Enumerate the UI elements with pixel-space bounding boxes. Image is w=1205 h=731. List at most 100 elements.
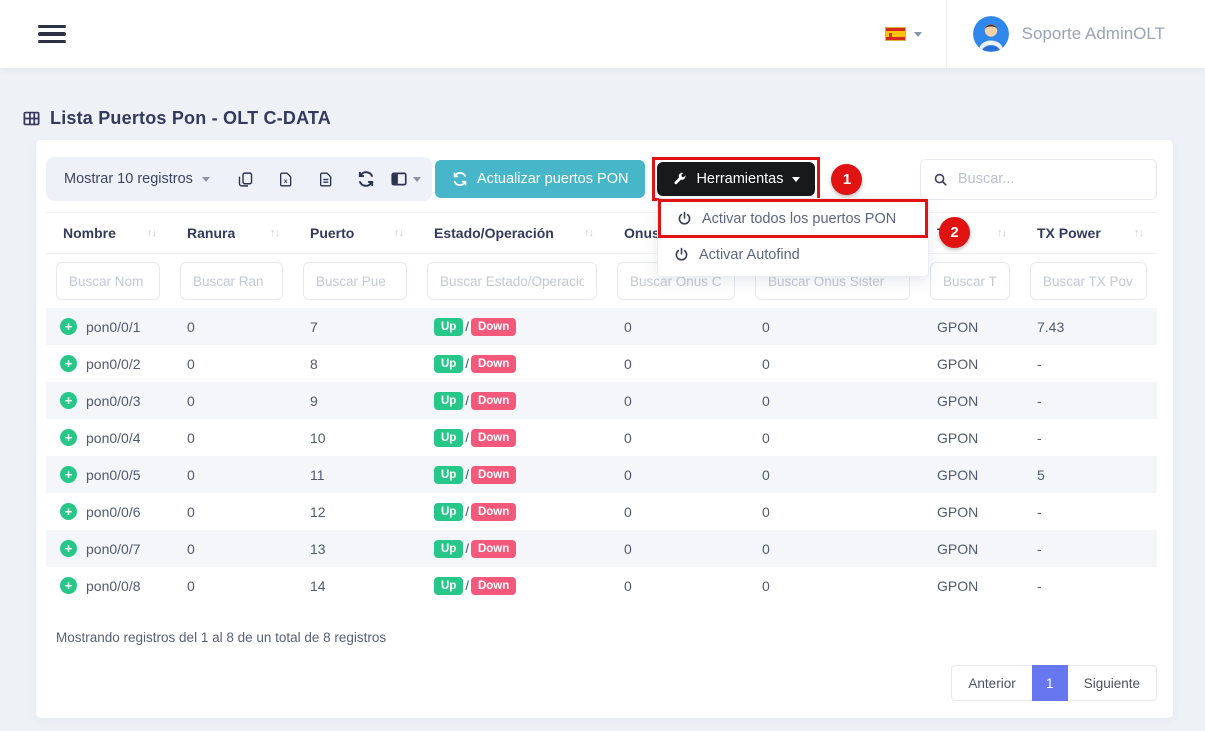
column-filter-input[interactable] xyxy=(303,262,407,300)
column-header[interactable]: Nombre ↑↓ xyxy=(46,213,170,253)
sort-icon[interactable]: ↑↓ xyxy=(1134,227,1143,239)
power-icon xyxy=(674,247,689,262)
column-filter-input[interactable] xyxy=(930,262,1010,300)
status-down-badge: Down xyxy=(471,355,516,373)
status-separator: / xyxy=(465,356,469,371)
expand-row-icon[interactable]: + xyxy=(60,429,77,446)
table-filter-row xyxy=(46,254,1157,308)
status-down-badge: Down xyxy=(471,429,516,447)
cell-tipo: GPON xyxy=(920,541,1020,557)
table-body: + pon0/0/1 0 7 Up / Down 0 0 GPON 7.43 +… xyxy=(46,308,1157,604)
cell-onus: 0 xyxy=(607,504,745,520)
column-header[interactable]: Estado/Operación ↑↓ xyxy=(417,213,607,253)
column-header-label: Estado/Operación xyxy=(434,225,554,241)
table-info-text: Mostrando registros del 1 al 8 de un tot… xyxy=(56,630,1157,645)
search-input[interactable] xyxy=(958,171,1144,187)
status-separator: / xyxy=(465,467,469,482)
table-row: + pon0/0/5 0 11 Up / Down 0 0 GPON 5 xyxy=(46,456,1157,493)
export-excel-button[interactable]: x xyxy=(266,157,306,201)
column-filter-input[interactable] xyxy=(427,262,597,300)
cell-ranura: 0 xyxy=(170,393,293,409)
user-menu[interactable]: Soporte AdminOLT xyxy=(947,16,1177,52)
column-filter-input[interactable] xyxy=(180,262,283,300)
cell-onus: 0 xyxy=(607,356,745,372)
tools-dropdown-button[interactable]: Herramientas xyxy=(657,162,815,196)
column-header-label: TX Power xyxy=(1037,225,1101,241)
column-filter-input[interactable] xyxy=(56,262,160,300)
search-icon xyxy=(933,171,948,188)
pagination-prev-button[interactable]: Anterior xyxy=(951,665,1031,701)
sort-icon[interactable]: ↑↓ xyxy=(584,227,593,239)
expand-row-icon[interactable]: + xyxy=(60,577,77,594)
cell-ranura: 0 xyxy=(170,356,293,372)
language-selector[interactable] xyxy=(861,27,946,41)
table-row: + pon0/0/6 0 12 Up / Down 0 0 GPON - xyxy=(46,493,1157,530)
cell-onus: 0 xyxy=(607,393,745,409)
status-up-badge: Up xyxy=(434,503,463,521)
menu-item-activate-autofind[interactable]: Activar Autofind xyxy=(658,238,928,271)
chevron-down-icon xyxy=(792,177,800,182)
expand-row-icon[interactable]: + xyxy=(60,466,77,483)
sort-icon[interactable]: ↑↓ xyxy=(270,227,279,239)
export-file-button[interactable] xyxy=(306,157,346,201)
refresh-pon-ports-button[interactable]: Actualizar puertos PON xyxy=(435,160,646,198)
expand-row-icon[interactable]: + xyxy=(60,318,77,335)
chevron-down-icon xyxy=(914,32,922,37)
status-down-badge: Down xyxy=(471,392,516,410)
cell-tx-power: - xyxy=(1020,393,1157,409)
pagination-page-1-button[interactable]: 1 xyxy=(1032,665,1068,701)
status-up-badge: Up xyxy=(434,577,463,595)
expand-row-icon[interactable]: + xyxy=(60,503,77,520)
cell-tipo: GPON xyxy=(920,430,1020,446)
column-visibility-button[interactable] xyxy=(386,157,426,201)
cell-puerto: 13 xyxy=(293,541,417,557)
cell-tx-power: - xyxy=(1020,578,1157,594)
sort-icon[interactable]: ↑↓ xyxy=(394,227,403,239)
pagination-next-button[interactable]: Siguiente xyxy=(1068,665,1157,701)
sort-icon[interactable]: ↑↓ xyxy=(997,227,1006,239)
status-up-badge: Up xyxy=(434,318,463,336)
copy-button[interactable] xyxy=(226,157,266,201)
column-header[interactable]: Ranura ↑↓ xyxy=(170,213,293,253)
column-header-label: Puerto xyxy=(310,225,354,241)
expand-row-icon[interactable]: + xyxy=(60,540,77,557)
cell-name: pon0/0/3 xyxy=(86,393,141,409)
column-filter-input[interactable] xyxy=(1030,262,1147,300)
cell-onus-sister: 0 xyxy=(745,319,920,335)
cell-tx-power: 7.43 xyxy=(1020,319,1157,335)
column-header[interactable]: Puerto ↑↓ xyxy=(293,213,417,253)
hamburger-menu-icon[interactable] xyxy=(38,21,66,48)
table-row: + pon0/0/1 0 7 Up / Down 0 0 GPON 7.43 xyxy=(46,308,1157,345)
status-separator: / xyxy=(465,541,469,556)
column-header[interactable]: TX Power ↑↓ xyxy=(1020,213,1157,253)
status-separator: / xyxy=(465,430,469,445)
user-name: Soporte AdminOLT xyxy=(1022,24,1165,44)
expand-row-icon[interactable]: + xyxy=(60,355,77,372)
expand-row-icon[interactable]: + xyxy=(60,392,77,409)
cell-name: pon0/0/6 xyxy=(86,504,141,520)
reload-table-button[interactable] xyxy=(346,157,386,201)
cell-puerto: 14 xyxy=(293,578,417,594)
sort-icon[interactable]: ↑↓ xyxy=(147,227,156,239)
search-box[interactable] xyxy=(920,159,1157,200)
cell-name: pon0/0/8 xyxy=(86,578,141,594)
status-separator: / xyxy=(465,393,469,408)
excel-file-icon: x xyxy=(278,171,294,188)
page-title: Lista Puertos Pon - OLT C-DATA xyxy=(50,108,331,129)
cell-onus: 0 xyxy=(607,541,745,557)
status-down-badge: Down xyxy=(471,466,516,484)
tools-dropdown-menu: Activar todos los puertos PON Activar Au… xyxy=(657,198,929,277)
status-up-badge: Up xyxy=(434,540,463,558)
cell-puerto: 12 xyxy=(293,504,417,520)
table-row: + pon0/0/4 0 10 Up / Down 0 0 GPON - xyxy=(46,419,1157,456)
cell-puerto: 10 xyxy=(293,430,417,446)
show-entries-dropdown[interactable]: Mostrar 10 registros xyxy=(48,171,226,187)
cell-puerto: 11 xyxy=(293,467,417,483)
table-row: + pon0/0/7 0 13 Up / Down 0 0 GPON - xyxy=(46,530,1157,567)
export-button-group: Mostrar 10 registros x xyxy=(46,157,432,201)
columns-icon xyxy=(390,170,408,188)
menu-item-activate-all-pon-ports[interactable]: Activar todos los puertos PON xyxy=(661,202,925,235)
cell-tipo: GPON xyxy=(920,578,1020,594)
column-header[interactable]: Tipo ↑↓ xyxy=(920,213,1020,253)
refresh-icon xyxy=(357,170,375,188)
